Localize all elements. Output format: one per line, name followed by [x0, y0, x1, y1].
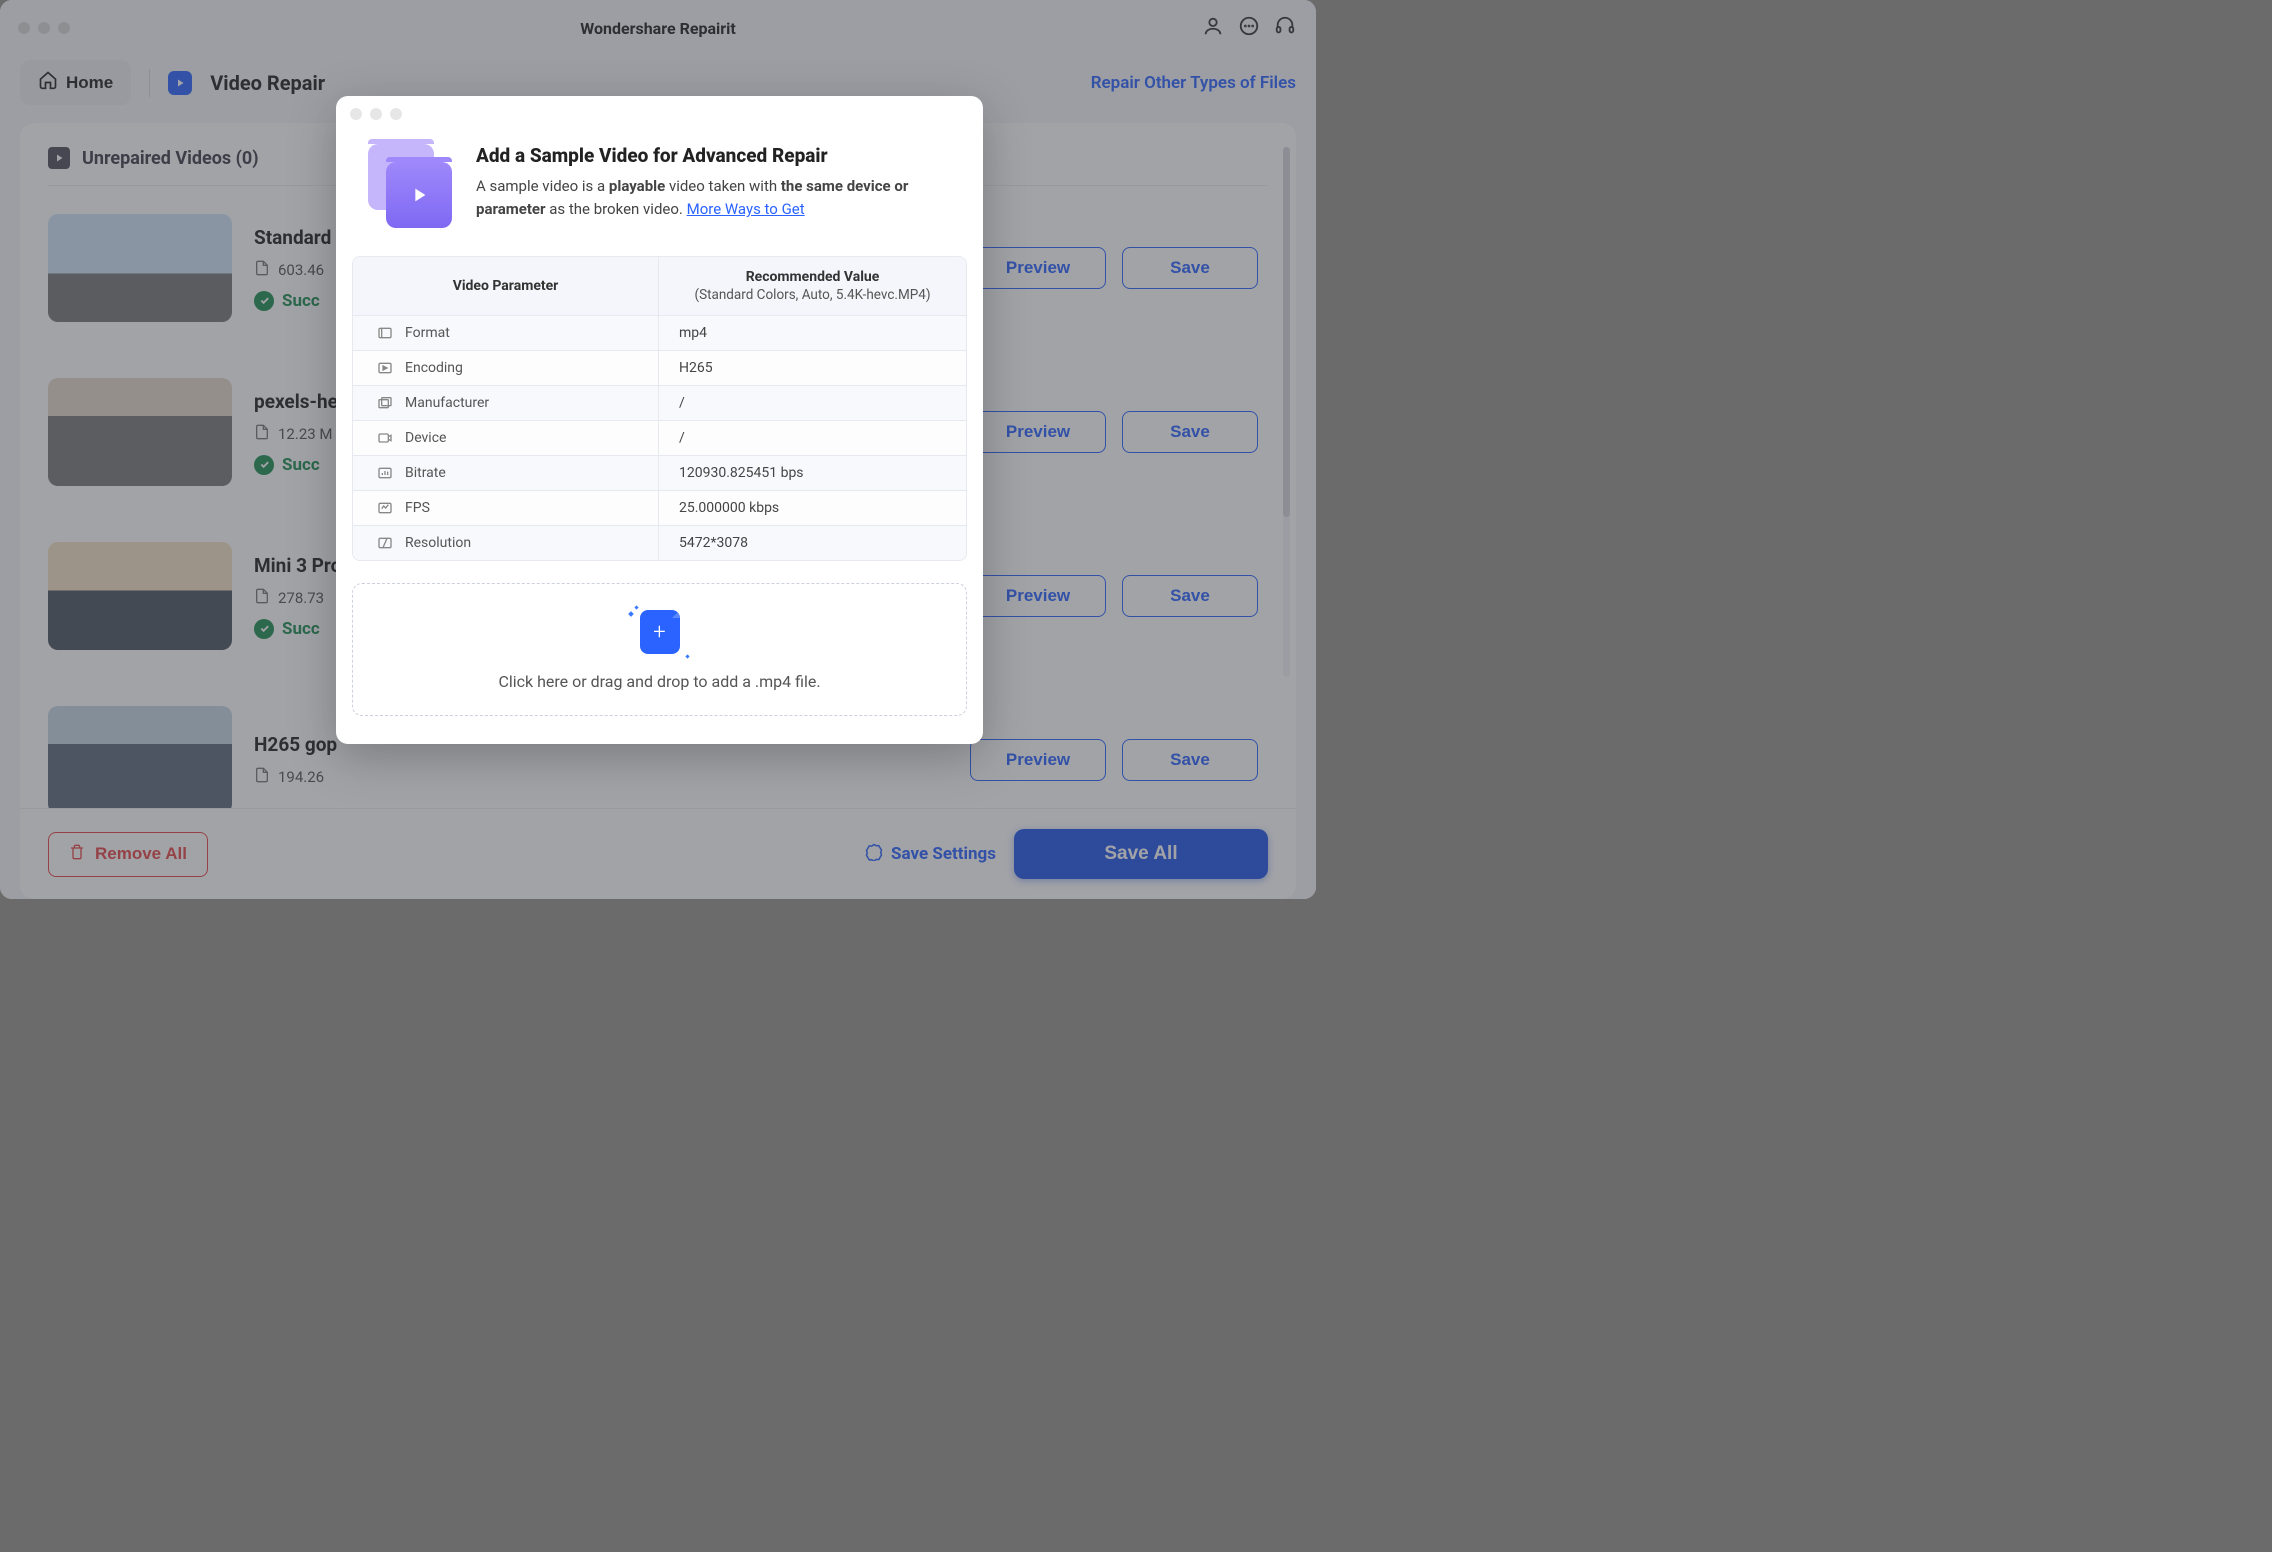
table-row: FPS 25.000000 kbps — [353, 490, 966, 525]
param-label: Encoding — [353, 351, 659, 385]
advanced-repair-modal: Add a Sample Video for Advanced Repair A… — [336, 96, 983, 744]
modal-window-controls — [336, 96, 983, 120]
sample-video-icon — [368, 144, 454, 230]
table-header-value-title: Recommended Value — [675, 269, 950, 285]
more-ways-link[interactable]: More Ways to Get — [687, 200, 805, 218]
table-row: Encoding H265 — [353, 350, 966, 385]
table-row: Resolution 5472*3078 — [353, 525, 966, 560]
modal-desc-text: as the broken video. — [546, 200, 687, 218]
modal-maximize-icon[interactable] — [390, 108, 402, 120]
modal-close-icon[interactable] — [350, 108, 362, 120]
file-dropzone[interactable]: + Click here or drag and drop to add a .… — [352, 583, 967, 716]
param-value: 5472*3078 — [659, 526, 966, 560]
table-header-parameter: Video Parameter — [353, 257, 659, 315]
modal-description: A sample video is a playable video taken… — [476, 175, 951, 222]
param-label: FPS — [353, 491, 659, 525]
dropzone-text: Click here or drag and drop to add a .mp… — [498, 672, 820, 691]
table-row: Bitrate 120930.825451 bps — [353, 455, 966, 490]
param-label: Manufacturer — [353, 386, 659, 420]
modal-header-text: Add a Sample Video for Advanced Repair A… — [476, 144, 951, 230]
param-value: 25.000000 kbps — [659, 491, 966, 525]
param-label: Resolution — [353, 526, 659, 560]
add-file-icon: + — [629, 606, 691, 658]
parameter-table: Video Parameter Recommended Value (Stand… — [352, 256, 967, 561]
table-row: Manufacturer / — [353, 385, 966, 420]
param-label: Format — [353, 316, 659, 350]
table-header-value-sub: (Standard Colors, Auto, 5.4K-hevc.MP4) — [675, 287, 950, 303]
param-value: 120930.825451 bps — [659, 456, 966, 490]
table-row: Format mp4 — [353, 315, 966, 350]
modal-desc-text: video taken with — [665, 177, 781, 195]
param-label: Device — [353, 421, 659, 455]
table-row: Device / — [353, 420, 966, 455]
modal-header: Add a Sample Video for Advanced Repair A… — [336, 120, 983, 248]
param-label: Bitrate — [353, 456, 659, 490]
param-value: / — [659, 421, 966, 455]
table-header: Video Parameter Recommended Value (Stand… — [353, 257, 966, 315]
modal-title: Add a Sample Video for Advanced Repair — [476, 144, 951, 167]
param-value: H265 — [659, 351, 966, 385]
table-header-value: Recommended Value (Standard Colors, Auto… — [659, 257, 966, 315]
param-value: / — [659, 386, 966, 420]
param-value: mp4 — [659, 316, 966, 350]
modal-desc-text: A sample video is a — [476, 177, 609, 195]
modal-minimize-icon[interactable] — [370, 108, 382, 120]
modal-desc-bold: playable — [609, 177, 665, 195]
